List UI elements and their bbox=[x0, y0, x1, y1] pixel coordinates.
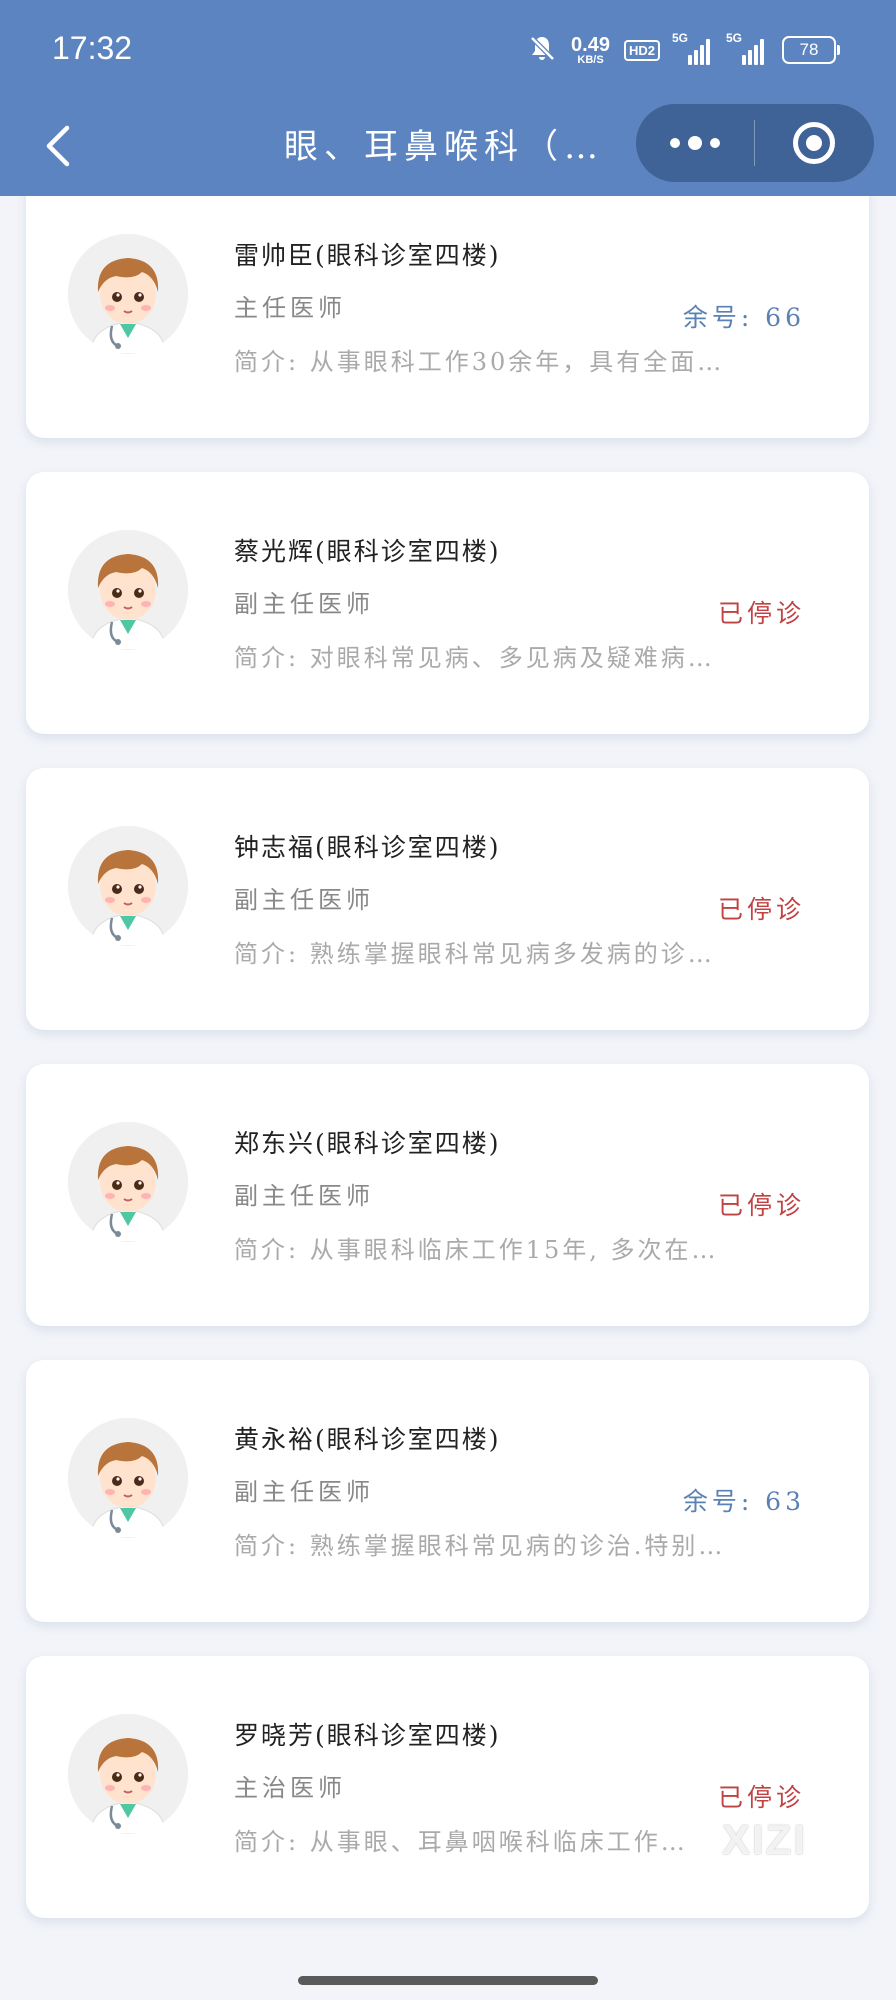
doctor-avatar-icon bbox=[68, 1418, 188, 1538]
status-badge: 已停诊 bbox=[717, 895, 805, 924]
remaining-slots: 余号: 63 bbox=[682, 1487, 805, 1516]
signal-icon-1: 5G bbox=[672, 31, 714, 65]
doctor-name: 蔡光辉(眼科诊室四楼) bbox=[234, 537, 501, 566]
status-badge: 已停诊 bbox=[717, 599, 805, 628]
doctor-avatar-icon bbox=[68, 1122, 188, 1242]
watermark-logo: XIZI bbox=[722, 1816, 808, 1863]
doctor-intro: 简介: 从事眼科工作30余年，具有全面… bbox=[234, 348, 725, 376]
doctor-name: 郑东兴(眼科诊室四楼) bbox=[234, 1129, 501, 1158]
doctor-title: 副主任医师 bbox=[234, 1478, 374, 1506]
mini-program-capsule bbox=[636, 104, 874, 182]
doctor-intro: 简介: 熟练掌握眼科常见病多发病的诊… bbox=[234, 940, 715, 968]
status-badge: 已停诊 bbox=[717, 1191, 805, 1220]
doctor-card[interactable]: 钟志福(眼科诊室四楼) 副主任医师 已停诊 简介: 熟练掌握眼科常见病多发病的诊… bbox=[26, 768, 869, 1030]
doctor-title: 主治医师 bbox=[234, 1774, 346, 1802]
doctor-title: 副主任医师 bbox=[234, 590, 374, 618]
doctor-avatar-icon bbox=[68, 1714, 188, 1834]
battery-level: 78 bbox=[782, 36, 836, 64]
more-dots-icon bbox=[670, 136, 720, 150]
top-bar: 17:32 0.49 KB/S HD2 5G 5G 78 眼、耳鼻喉科（… bbox=[0, 0, 896, 196]
network-speed-unit: KB/S bbox=[577, 53, 604, 66]
hd-badge: HD2 bbox=[623, 39, 660, 61]
remaining-slots: 余号: 66 bbox=[682, 303, 805, 332]
battery-icon: 78 bbox=[782, 36, 840, 64]
home-indicator[interactable] bbox=[298, 1976, 598, 1985]
doctor-name: 罗晓芳(眼科诊室四楼) bbox=[234, 1721, 501, 1750]
doctor-title: 副主任医师 bbox=[234, 1182, 374, 1210]
signal-label-1: 5G bbox=[672, 31, 689, 45]
doctor-intro: 简介: 对眼科常见病、多见病及疑难病… bbox=[234, 644, 715, 672]
network-speed-value: 0.49 bbox=[571, 33, 610, 56]
doctor-intro: 简介: 熟练掌握眼科常见病的诊治.特别… bbox=[234, 1532, 726, 1560]
more-button[interactable] bbox=[636, 104, 754, 182]
doctor-card[interactable]: 罗晓芳(眼科诊室四楼) 主治医师 已停诊 简介: 从事眼、耳鼻咽喉科临床工作… bbox=[26, 1656, 869, 1918]
close-button[interactable] bbox=[755, 104, 873, 182]
nav-bar: 眼、耳鼻喉科（… bbox=[0, 100, 896, 196]
doctor-name: 雷帅臣(眼科诊室四楼) bbox=[234, 241, 501, 270]
doctor-name: 黄永裕(眼科诊室四楼) bbox=[234, 1425, 501, 1454]
network-speed: 0.49 KB/S bbox=[571, 35, 610, 66]
chevron-left-icon bbox=[43, 124, 73, 172]
doctor-intro: 简介: 从事眼科临床工作15年, 多次在… bbox=[234, 1236, 719, 1264]
signal-icon-2: 5G bbox=[726, 31, 768, 65]
status-icons: 0.49 KB/S HD2 5G 5G 78 bbox=[527, 30, 840, 70]
target-close-icon bbox=[793, 122, 835, 164]
status-bar: 17:32 0.49 KB/S HD2 5G 5G 78 bbox=[0, 0, 896, 100]
status-time: 17:32 bbox=[52, 30, 133, 66]
doctor-card[interactable]: 蔡光辉(眼科诊室四楼) 副主任医师 已停诊 简介: 对眼科常见病、多见病及疑难病… bbox=[26, 472, 869, 734]
page-title: 眼、耳鼻喉科（… bbox=[284, 127, 604, 167]
back-button[interactable] bbox=[30, 120, 86, 176]
doctor-avatar-icon bbox=[68, 826, 188, 946]
doctor-title: 主任医师 bbox=[234, 294, 346, 322]
doctor-card[interactable]: 郑东兴(眼科诊室四楼) 副主任医师 已停诊 简介: 从事眼科临床工作15年, 多… bbox=[26, 1064, 869, 1326]
doctor-name: 钟志福(眼科诊室四楼) bbox=[234, 833, 501, 862]
doctor-title: 副主任医师 bbox=[234, 886, 374, 914]
status-badge: 已停诊 bbox=[717, 1783, 805, 1812]
doctor-card[interactable]: 雷帅臣(眼科诊室四楼) 主任医师 余号: 66 简介: 从事眼科工作30余年，具… bbox=[26, 176, 869, 438]
mute-bell-icon bbox=[527, 33, 557, 67]
doctor-card[interactable]: 黄永裕(眼科诊室四楼) 副主任医师 余号: 63 简介: 熟练掌握眼科常见病的诊… bbox=[26, 1360, 869, 1622]
signal-label-2: 5G bbox=[726, 31, 743, 45]
doctor-avatar-icon bbox=[68, 234, 188, 354]
doctor-avatar-icon bbox=[68, 530, 188, 650]
